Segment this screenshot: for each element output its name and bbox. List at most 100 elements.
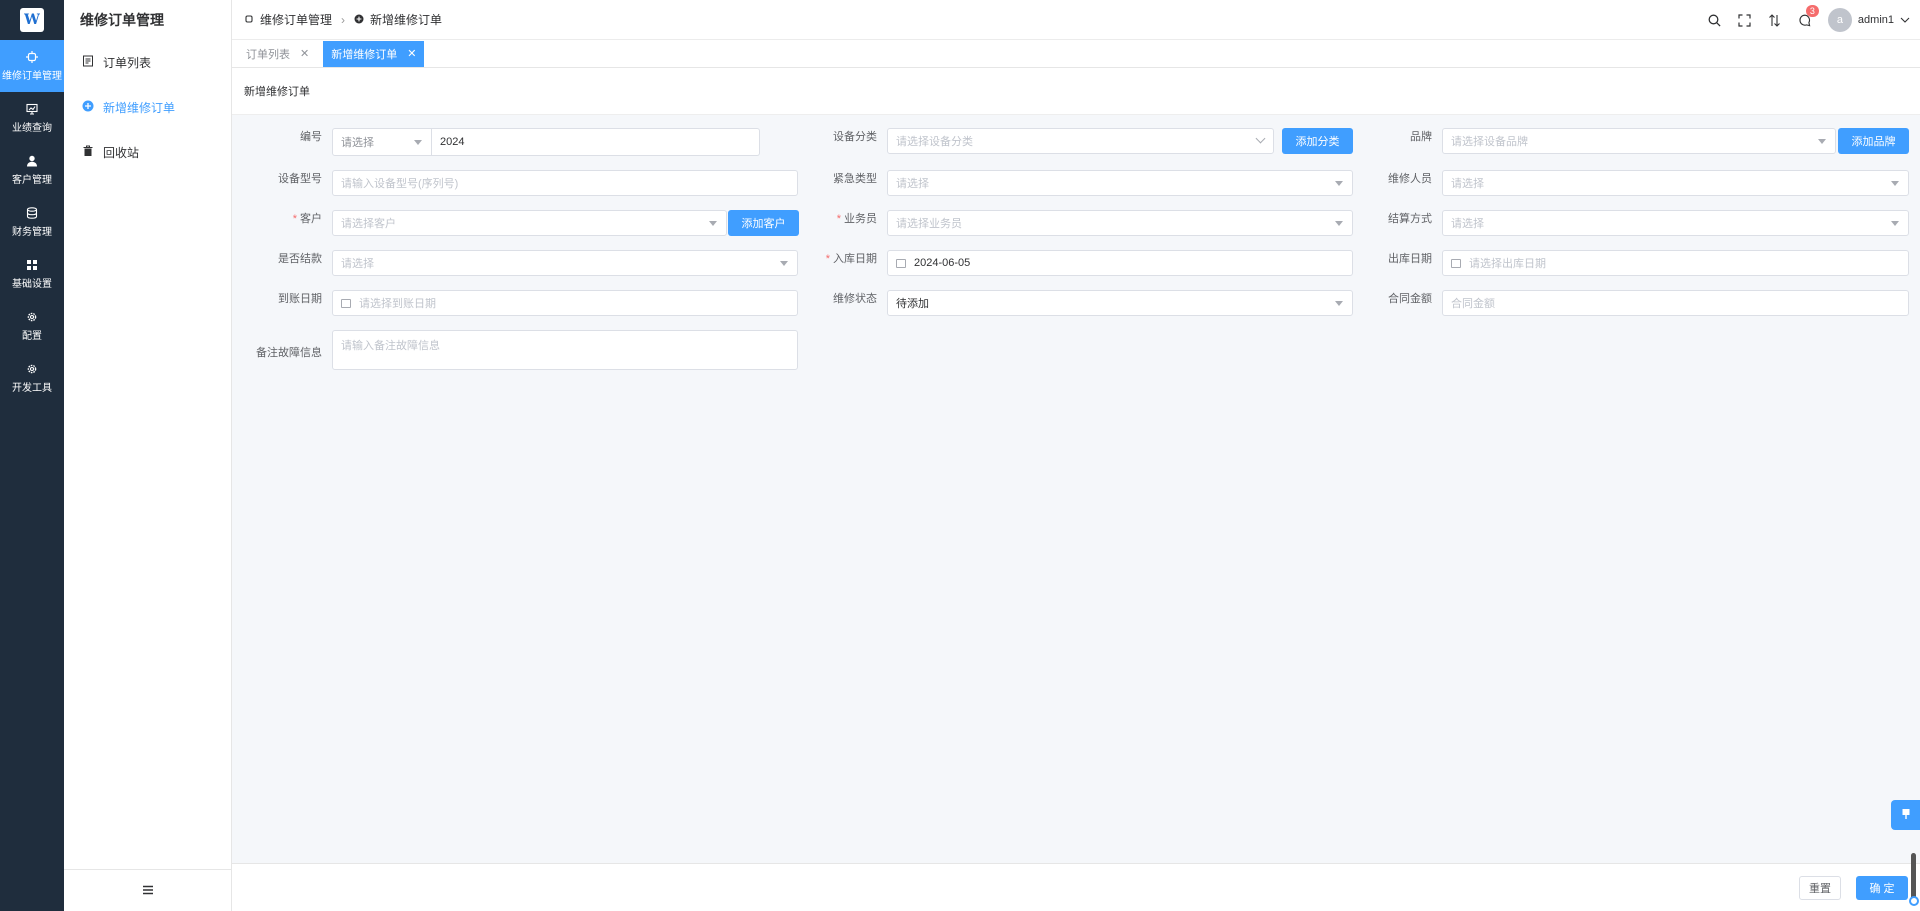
message-icon[interactable]: 3 xyxy=(1798,5,1819,27)
out-date-label: 出库日期 xyxy=(1388,253,1432,265)
status-label: 维修状态 xyxy=(833,293,877,305)
rail-item-label: 基础设置 xyxy=(12,279,52,290)
chip-icon xyxy=(25,50,39,64)
pin-icon xyxy=(1900,808,1912,823)
rail-item-label: 维修订单管理 xyxy=(2,71,62,82)
document-icon xyxy=(82,55,94,70)
technician-select[interactable]: 请选择 xyxy=(1442,170,1909,196)
sidebar-item-label: 订单列表 xyxy=(103,56,152,70)
model-input[interactable]: 请输入设备型号(序列号) xyxy=(332,170,798,196)
breadcrumb-item: 新增维修订单 xyxy=(370,13,443,27)
in-date-picker[interactable]: 2024-06-05 xyxy=(887,250,1353,276)
calendar-icon xyxy=(1451,258,1461,268)
category-select[interactable]: 请选择设备分类 xyxy=(887,128,1274,154)
menu-icon xyxy=(142,884,154,898)
customer-label: * 客户 xyxy=(292,213,322,225)
breadcrumb-item[interactable]: 维修订单管理 xyxy=(260,11,332,28)
rail-item-repair-orders[interactable]: 维修订单管理 xyxy=(0,40,64,92)
sidebar-item-label: 新增维修订单 xyxy=(103,101,176,115)
contract-amount-input[interactable]: 合同金额 xyxy=(1442,290,1909,316)
remark-textarea[interactable]: 请输入备注故障信息 xyxy=(332,330,798,370)
sidebar-title: 维修订单管理 xyxy=(80,12,164,28)
out-date-picker[interactable]: 请选择出库日期 xyxy=(1442,250,1909,276)
brand-select[interactable]: 请选择设备品牌 xyxy=(1442,128,1836,154)
sidebar-item-order-list[interactable]: 订单列表 xyxy=(64,40,231,85)
page-title: 新增维修订单 xyxy=(232,68,1920,115)
tab-new-order[interactable]: 新增维修订单 ✕ xyxy=(323,40,425,67)
chevron-right-icon: › xyxy=(341,12,346,27)
logo-icon: W xyxy=(20,8,44,32)
required-mark: * xyxy=(836,213,841,225)
tab-label: 新增维修订单 xyxy=(331,48,398,61)
status-select[interactable]: 待添加 xyxy=(887,290,1353,316)
customer-select[interactable]: 请选择客户 xyxy=(332,210,727,236)
rail-item-finance[interactable]: 财务管理 xyxy=(0,196,64,248)
fullscreen-icon[interactable] xyxy=(1738,13,1752,27)
reset-button[interactable]: 重置 xyxy=(1799,876,1841,900)
settled-label: 是否结款 xyxy=(278,253,322,265)
feedback-button[interactable] xyxy=(1891,800,1920,830)
plus-circle-icon xyxy=(82,100,94,115)
rail-item-label: 业绩查询 xyxy=(12,123,52,134)
confirm-button[interactable]: 确 定 xyxy=(1856,876,1908,900)
notification-badge: 3 xyxy=(1805,5,1819,17)
remark-label: 备注故障信息 xyxy=(256,347,322,359)
urgency-label: 紧急类型 xyxy=(833,173,877,185)
category-label: 设备分类 xyxy=(833,131,877,143)
tab-label: 订单列表 xyxy=(246,48,290,61)
rail-item-label: 配置 xyxy=(22,331,42,342)
icon-rail: W 维修订单管理 业绩查询 客户管理 财务管理 基础设置 配置 开发工具 xyxy=(0,0,64,911)
contract-amount-label: 合同金额 xyxy=(1388,293,1432,305)
sidebar-item-recycle-bin[interactable]: 回收站 xyxy=(64,130,231,175)
chart-icon xyxy=(25,102,39,116)
collapse-menu-button[interactable] xyxy=(64,869,231,911)
tab-order-list[interactable]: 订单列表 ✕ xyxy=(238,41,317,67)
rail-item-config[interactable]: 配置 xyxy=(0,300,64,352)
rail-item-customers[interactable]: 客户管理 xyxy=(0,144,64,196)
technician-label: 维修人员 xyxy=(1388,173,1432,185)
required-mark: * xyxy=(825,253,830,265)
gear-icon xyxy=(25,362,39,376)
search-icon[interactable] xyxy=(1708,13,1722,27)
caret-down-icon xyxy=(1818,139,1826,144)
rail-item-basic-settings[interactable]: 基础设置 xyxy=(0,248,64,300)
user-icon xyxy=(25,154,39,168)
salesman-select[interactable]: 请选择业务员 xyxy=(887,210,1353,236)
chip-icon xyxy=(244,13,254,27)
chevron-down-icon xyxy=(1255,133,1266,144)
user-menu[interactable]: a admin1 xyxy=(1827,8,1910,32)
rail-item-dev-tools[interactable]: 开发工具 xyxy=(0,352,64,404)
number-prefix-select[interactable]: 请选择 xyxy=(332,128,432,156)
caret-down-icon xyxy=(414,140,422,145)
top-header: 维修订单管理 › 新增维修订单 3 a admin1 xyxy=(232,0,1920,40)
close-icon[interactable]: ✕ xyxy=(407,47,416,60)
settlement-select[interactable]: 请选择 xyxy=(1442,210,1909,236)
number-input[interactable]: 2024 xyxy=(432,128,760,156)
database-icon xyxy=(25,206,39,220)
username: admin1 xyxy=(1857,14,1894,26)
sidebar: 维修订单管理 订单列表 新增维修订单 回收站 xyxy=(64,0,232,911)
app-logo[interactable]: W xyxy=(0,0,64,40)
grid-icon xyxy=(25,258,39,272)
arrival-date-picker[interactable]: 请选择到账日期 xyxy=(332,290,798,316)
calendar-icon xyxy=(341,298,351,308)
close-icon[interactable]: ✕ xyxy=(300,47,309,60)
settled-select[interactable]: 请选择 xyxy=(332,250,798,276)
form-footer: 重置 确 定 xyxy=(232,863,1920,911)
sidebar-item-new-order[interactable]: 新增维修订单 xyxy=(64,85,231,130)
brand-label: 品牌 xyxy=(1410,131,1432,143)
add-brand-button[interactable]: 添加品牌 xyxy=(1838,128,1909,154)
model-label: 设备型号 xyxy=(278,173,322,185)
trash-icon xyxy=(82,145,94,160)
urgency-select[interactable]: 请选择 xyxy=(887,170,1353,196)
rail-item-performance[interactable]: 业绩查询 xyxy=(0,92,64,144)
sort-icon[interactable] xyxy=(1768,13,1782,27)
number-label: 编号 xyxy=(300,131,322,143)
in-date-label: * 入库日期 xyxy=(825,253,877,265)
scroll-handle[interactable] xyxy=(1909,896,1919,906)
required-mark: * xyxy=(292,213,297,225)
salesman-label: * 业务员 xyxy=(836,213,877,225)
tab-bar: 订单列表 ✕ 新增维修订单 ✕ xyxy=(232,40,1920,68)
settlement-label: 结算方式 xyxy=(1388,213,1432,225)
rail-item-label: 开发工具 xyxy=(12,383,52,394)
